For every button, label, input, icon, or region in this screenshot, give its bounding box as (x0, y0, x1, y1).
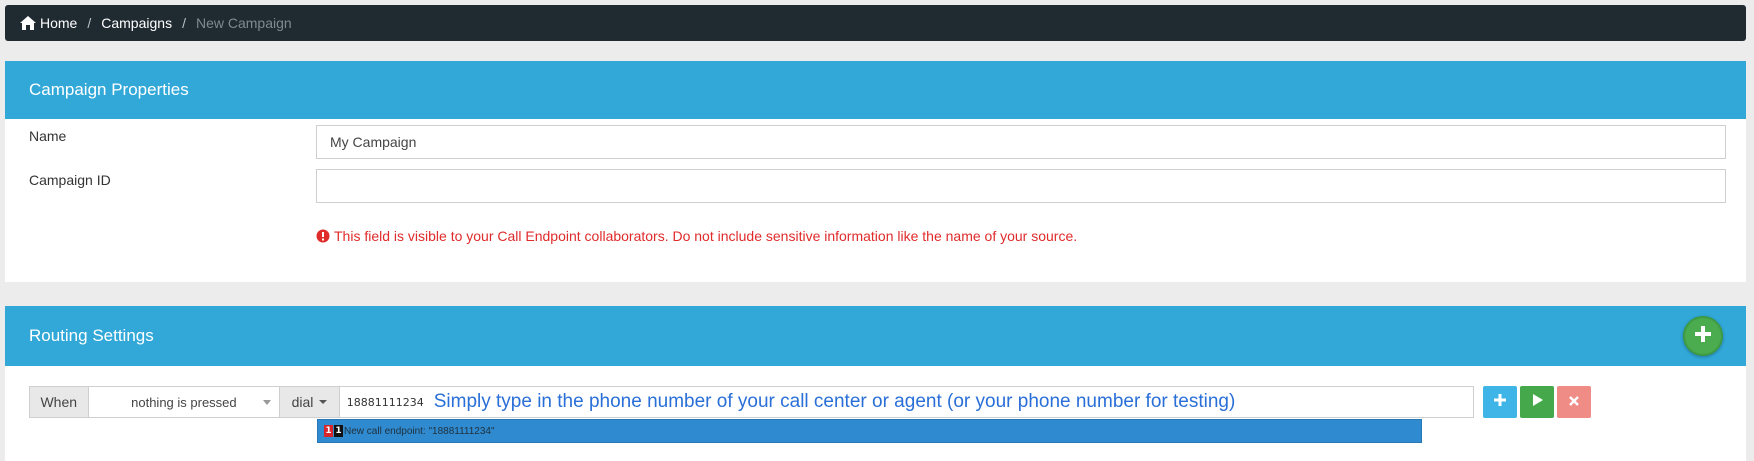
condition-selected: nothing is pressed (131, 394, 237, 410)
action-selected: dial (291, 394, 314, 410)
breadcrumb-current: New Campaign (195, 15, 292, 31)
add-route-button[interactable] (1683, 316, 1723, 356)
name-label: Name (29, 128, 67, 144)
play-button[interactable] (1520, 386, 1554, 418)
route-actions (1483, 386, 1591, 418)
exclamation-circle-icon (316, 229, 330, 243)
condition-select[interactable]: nothing is pressed (88, 386, 281, 418)
breadcrumb-separator: / (182, 15, 186, 31)
action-dropdown[interactable]: dial (280, 386, 340, 418)
campaign-id-input[interactable] (316, 169, 1726, 203)
routing-settings-panel: Routing Settings When nothing is pressed… (5, 306, 1746, 461)
home-icon[interactable] (20, 16, 36, 30)
plus-icon (1494, 393, 1506, 411)
plus-icon (1694, 325, 1712, 348)
suggestion-text: New call endpoint: "18881111234" (344, 425, 495, 437)
caret-down-icon (319, 400, 328, 404)
campaign-id-warning: This field is visible to your Call Endpo… (316, 228, 1077, 244)
phone-number-hint: Simply type in the phone number of your … (433, 391, 1236, 412)
close-icon (1569, 393, 1579, 411)
campaign-properties-panel: Campaign Properties Name My Campaign Cam… (5, 61, 1746, 282)
breadcrumb-campaigns-link[interactable]: Campaigns (101, 15, 172, 31)
name-input[interactable]: My Campaign (316, 125, 1726, 159)
play-icon (1531, 393, 1543, 411)
warning-text: This field is visible to your Call Endpo… (334, 228, 1078, 244)
caret-down-icon (263, 400, 272, 405)
suggestion-item[interactable]: 1 1 New call endpoint: "18881111234" (317, 419, 1422, 443)
campaign-properties-title: Campaign Properties (5, 61, 1746, 119)
remove-button[interactable] (1557, 386, 1591, 418)
campaign-id-label: Campaign ID (29, 172, 111, 188)
add-button[interactable] (1483, 386, 1517, 418)
breadcrumb-home-link[interactable]: Home (40, 15, 77, 31)
breadcrumb: Home / Campaigns / New Campaign (5, 5, 1746, 41)
phone-number-value: 18881111234 (346, 395, 424, 409)
badge-count: 1 (324, 425, 333, 437)
route-row: When nothing is pressed dial 18881111234… (29, 386, 1591, 418)
phone-number-input[interactable]: 18881111234 Simply type in the phone num… (339, 386, 1474, 418)
badge-count: 1 (334, 425, 343, 437)
breadcrumb-separator: / (87, 15, 92, 31)
when-label: When (29, 386, 89, 418)
routing-settings-title: Routing Settings (5, 306, 1746, 366)
